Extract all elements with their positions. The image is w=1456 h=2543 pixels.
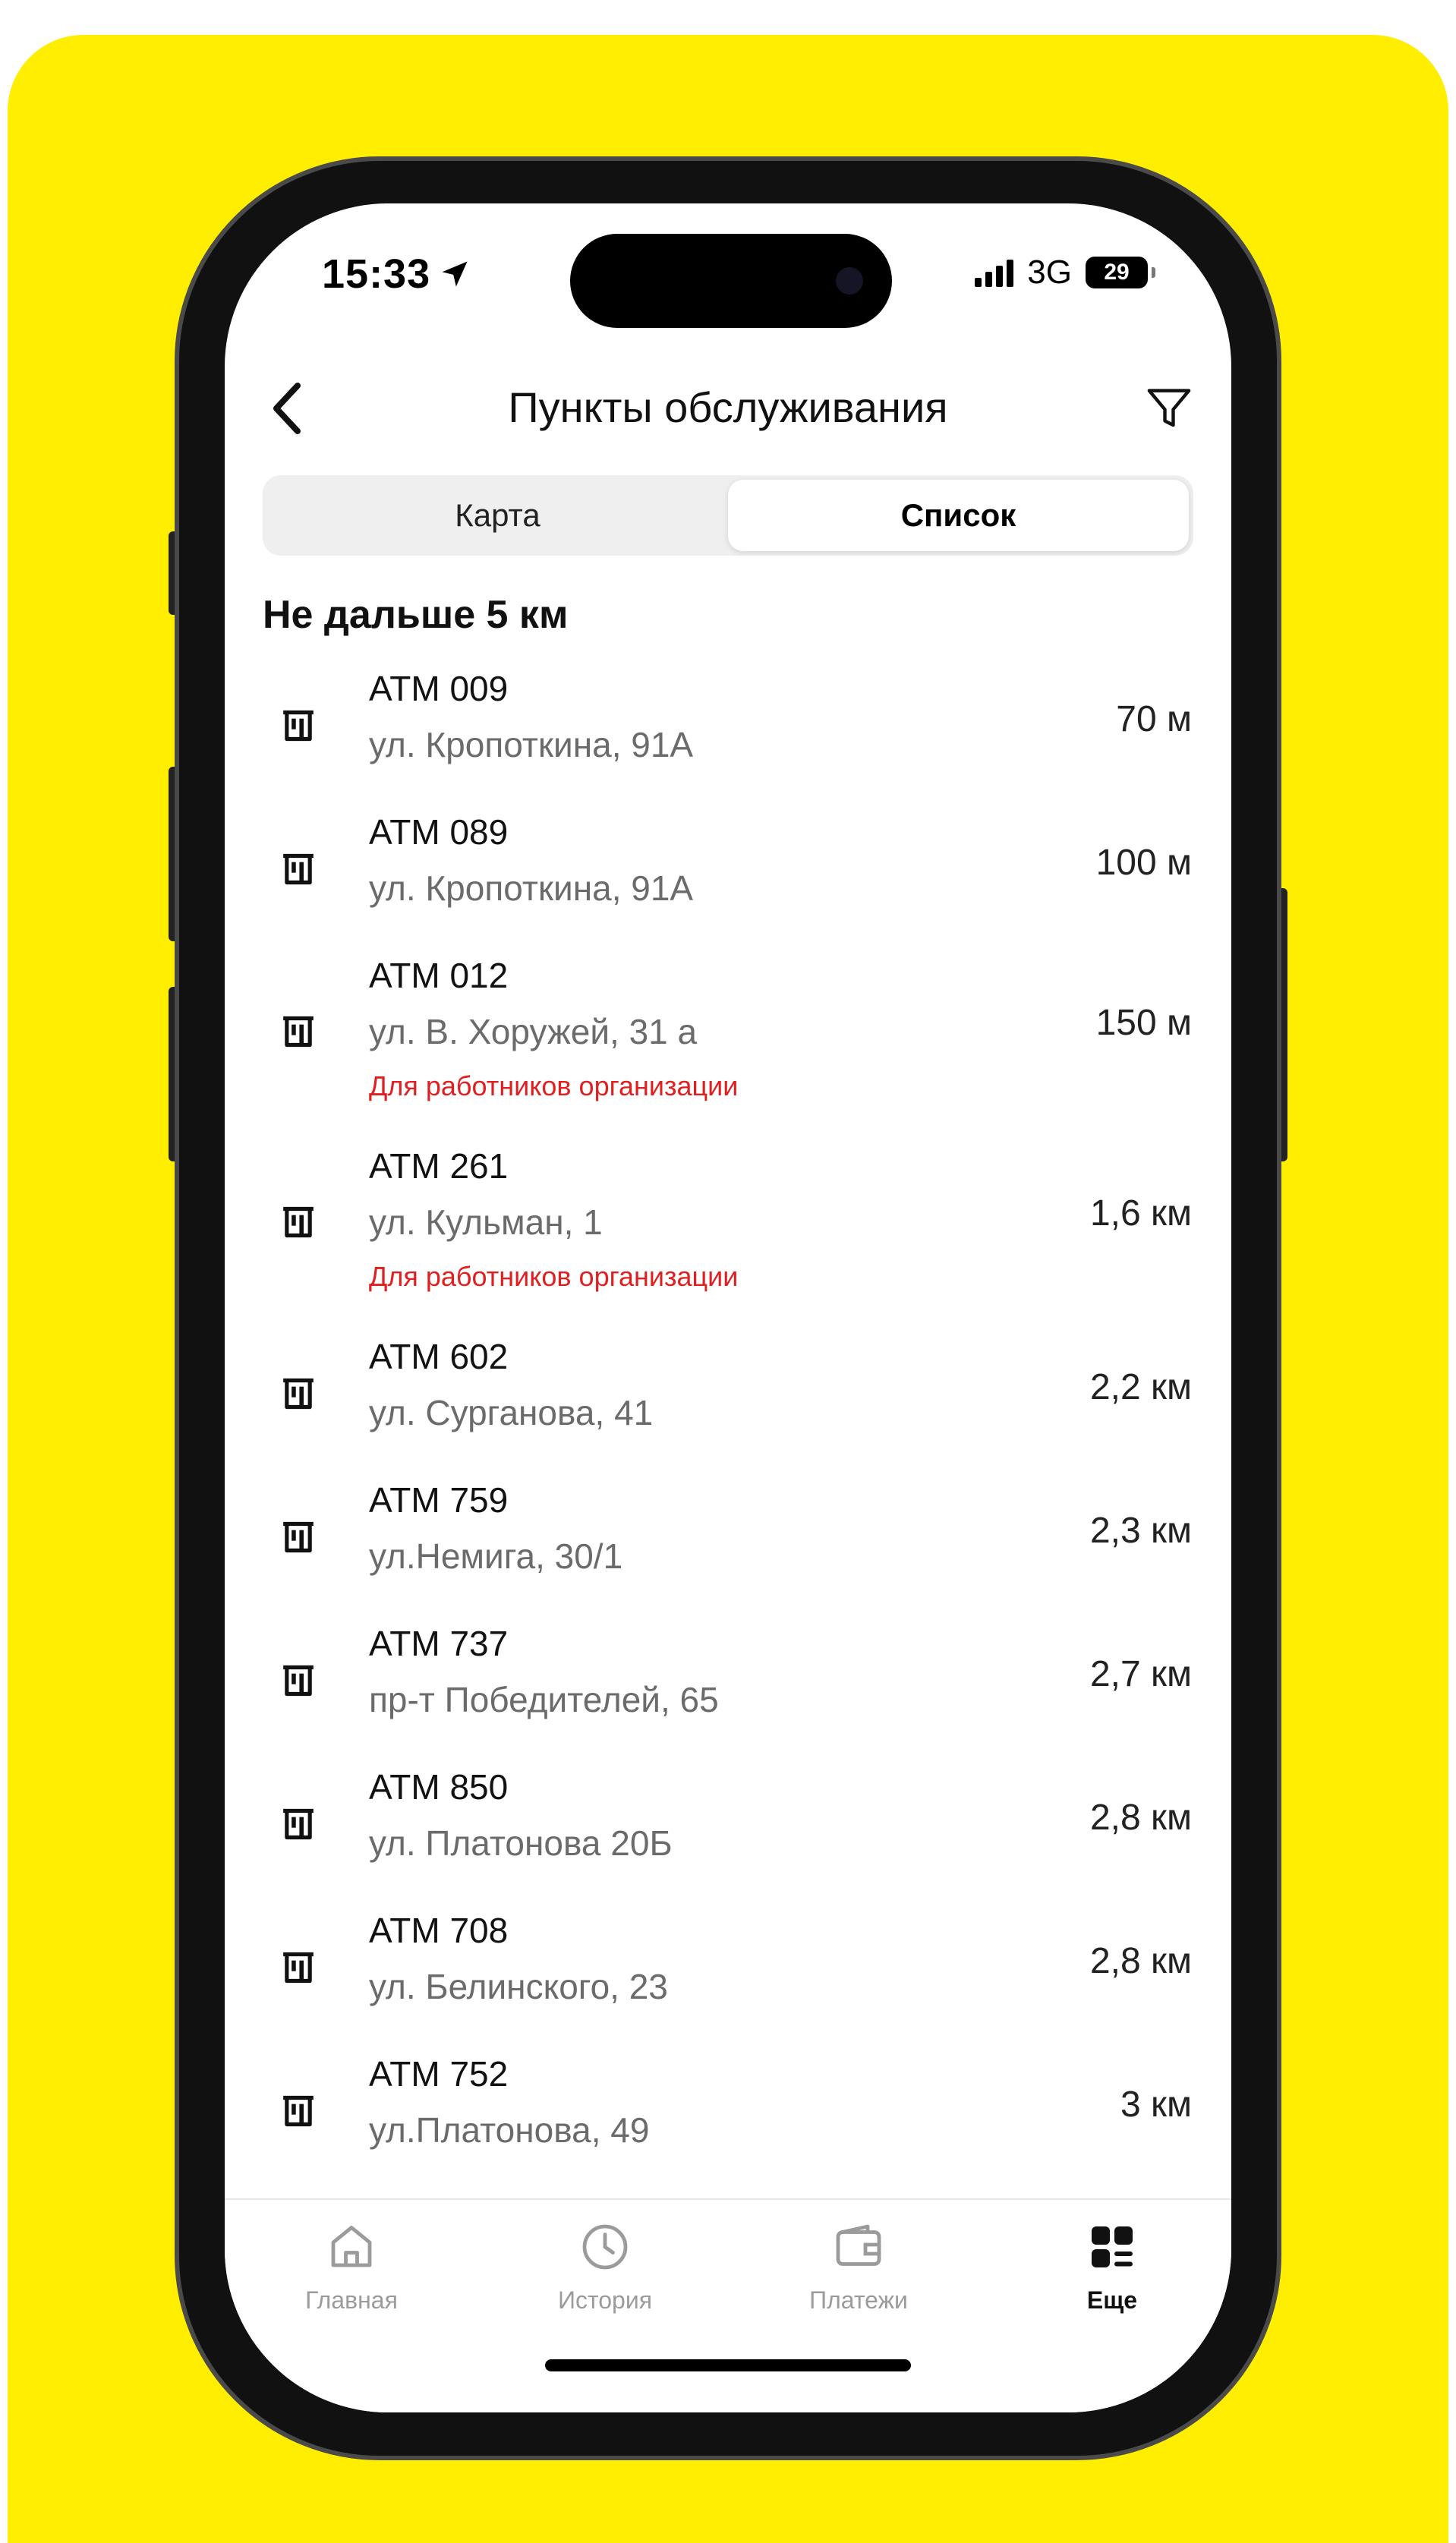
- atm-address: ул. В. Хоружей, 31 а: [369, 1012, 698, 1051]
- atm-distance: 150 м: [1095, 1003, 1192, 1043]
- page-title: Пункты обслуживания: [508, 383, 948, 431]
- tab-payments-label: Платежи: [809, 2286, 908, 2314]
- atm-distance: 70 м: [1116, 699, 1192, 739]
- funnel-filter-icon: [1147, 389, 1191, 427]
- atm-distance: 2,7 км: [1089, 1654, 1192, 1694]
- view-mode-segmented-control: Карта Список: [263, 475, 1193, 556]
- tab-more[interactable]: Еще: [1029, 2218, 1196, 2340]
- filter-button[interactable]: [1137, 377, 1201, 440]
- wallet-icon: [830, 2218, 887, 2276]
- atm-address: ул. Платонова 20Б: [369, 1823, 673, 1863]
- atm-restriction-note: Для работников организации: [369, 1261, 739, 1292]
- atm-address: ул.Платонова, 49: [369, 2110, 650, 2150]
- atm-list: ATM 009 ул. Кропоткина, 91А 70 м ATM 089…: [225, 663, 1231, 2192]
- atm-name: ATM 261: [369, 1146, 509, 1186]
- atm-name: ATM 708: [369, 1911, 509, 1950]
- tab-payments[interactable]: Платежи: [775, 2218, 942, 2340]
- atm-icon: [272, 1654, 325, 1707]
- battery-icon: 29: [1086, 257, 1155, 288]
- tab-home[interactable]: Главная: [268, 2218, 435, 2340]
- front-camera: [836, 267, 863, 295]
- atm-name: ATM 009: [369, 669, 509, 708]
- atm-name: ATM 850: [369, 1767, 509, 1807]
- atm-name: ATM 012: [369, 956, 509, 995]
- atm-distance: 2,8 км: [1089, 1798, 1192, 1838]
- tab-map[interactable]: Карта: [267, 480, 728, 551]
- clock-history-icon: [576, 2218, 634, 2276]
- tab-list[interactable]: Список: [728, 480, 1189, 551]
- cellular-signal-icon: [975, 258, 1014, 287]
- status-time: 15:33: [322, 251, 471, 298]
- tab-history[interactable]: История: [522, 2218, 689, 2340]
- atm-address: ул. Кропоткина, 91А: [369, 725, 694, 764]
- nav-header: Пункты обслуживания: [225, 363, 1231, 454]
- atm-address: ул. Белинского, 23: [369, 1967, 668, 2006]
- atm-distance: 1,6 км: [1089, 1193, 1192, 1234]
- atm-name: ATM 737: [369, 1624, 509, 1663]
- atm-distance: 2,8 км: [1089, 1941, 1192, 1981]
- battery-level: 29: [1104, 260, 1130, 285]
- atm-icon: [272, 1005, 325, 1058]
- atm-name: ATM 759: [369, 1480, 509, 1520]
- atm-icon: [272, 843, 325, 896]
- atm-address: ул. Сурганова, 41: [369, 1393, 654, 1432]
- dynamic-island: [570, 234, 892, 328]
- atm-list-item[interactable]: ATM 708 ул. Белинского, 23 2,8 км: [225, 1905, 1231, 2049]
- atm-icon: [272, 1196, 325, 1249]
- tab-more-label: Еще: [1086, 2286, 1138, 2314]
- atm-distance: 100 м: [1095, 843, 1192, 883]
- atm-list-item[interactable]: ATM 850 ул. Платонова 20Б 2,8 км: [225, 1762, 1231, 1905]
- atm-icon: [272, 1941, 325, 1994]
- atm-list-item[interactable]: ATM 009 ул. Кропоткина, 91А 70 м: [225, 663, 1231, 807]
- location-arrow-icon: [442, 261, 468, 287]
- atm-name: ATM 089: [369, 812, 509, 852]
- home-indicator[interactable]: [545, 2359, 911, 2371]
- atm-icon: [272, 1511, 325, 1564]
- tab-home-label: Главная: [305, 2286, 398, 2314]
- atm-list-item[interactable]: ATM 759 ул.Немига, 30/1 2,3 км: [225, 1475, 1231, 1618]
- atm-list-item[interactable]: ATM 089 ул. Кропоткина, 91А 100 м: [225, 807, 1231, 950]
- atm-list-item[interactable]: ATM 012 ул. В. Хоружей, 31 а Для работни…: [225, 950, 1231, 1141]
- atm-distance: 3 км: [1120, 2085, 1192, 2125]
- bottom-tab-bar: Главная История Платежи Еще: [225, 2198, 1231, 2412]
- atm-icon: [272, 699, 325, 752]
- atm-address: ул. Кульман, 1: [369, 1202, 603, 1242]
- atm-address: пр-т Победителей, 65: [369, 1680, 719, 1719]
- atm-distance: 2,2 км: [1089, 1367, 1192, 1407]
- atm-list-item[interactable]: ATM 737 пр-т Победителей, 65 2,7 км: [225, 1618, 1231, 1762]
- atm-icon: [272, 2085, 325, 2138]
- grid-menu-icon: [1083, 2218, 1141, 2276]
- atm-address: ул.Немига, 30/1: [369, 1536, 623, 1576]
- atm-icon: [272, 1367, 325, 1420]
- tab-history-label: История: [557, 2286, 653, 2314]
- atm-name: ATM 752: [369, 2054, 509, 2094]
- atm-list-item[interactable]: ATM 752 ул.Платонова, 49 3 км: [225, 2049, 1231, 2192]
- status-time-text: 15:33: [322, 251, 431, 297]
- atm-distance: 2,3 км: [1089, 1511, 1192, 1551]
- atm-list-item[interactable]: ATM 602 ул. Сурганова, 41 2,2 км: [225, 1331, 1231, 1475]
- home-icon: [323, 2218, 380, 2276]
- status-indicators: 3G 29: [975, 254, 1155, 291]
- section-title: Не дальше 5 км: [263, 593, 569, 637]
- atm-list-item[interactable]: ATM 261 ул. Кульман, 1 Для работников ор…: [225, 1141, 1231, 1331]
- atm-address: ул. Кропоткина, 91А: [369, 868, 694, 908]
- phone-screen: 15:33 3G 29 Пункты обслуживания Карта Сп…: [225, 203, 1231, 2412]
- atm-icon: [272, 1798, 325, 1851]
- network-type: 3G: [1027, 254, 1072, 291]
- atm-restriction-note: Для работников организации: [369, 1070, 739, 1101]
- atm-name: ATM 602: [369, 1337, 509, 1376]
